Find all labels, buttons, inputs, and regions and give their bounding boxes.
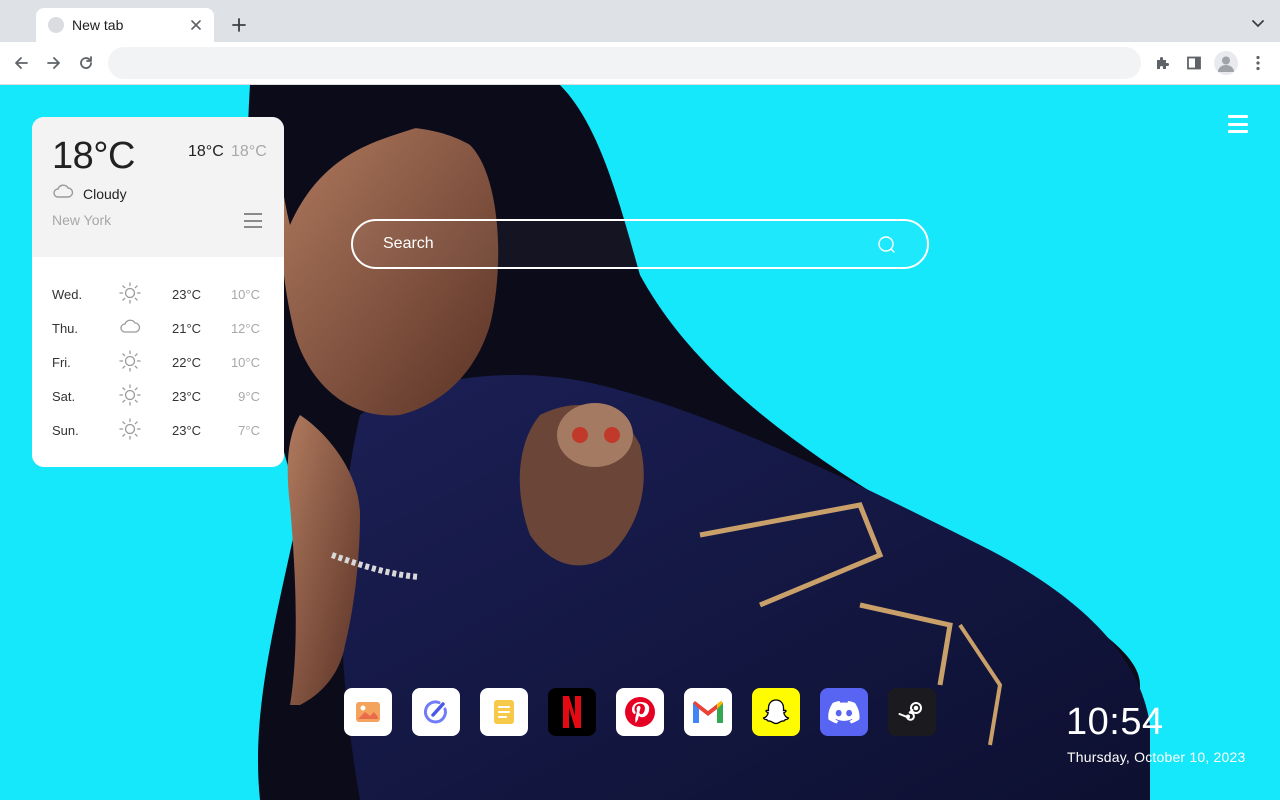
today-low: 18°C — [231, 143, 267, 160]
forward-arrow-icon[interactable] — [43, 52, 65, 74]
gmail-icon[interactable] — [684, 688, 732, 736]
forecast-high: 23°C — [172, 423, 202, 438]
back-arrow-icon[interactable] — [10, 52, 32, 74]
current-temperature: 18°C — [52, 135, 135, 177]
forecast-row: Wed. 23°C 10°C — [32, 277, 284, 311]
search-input[interactable] — [353, 221, 873, 267]
close-icon[interactable] — [188, 17, 204, 33]
snapchat-icon[interactable] — [752, 688, 800, 736]
forecast-day: Sun. — [52, 423, 79, 438]
pinterest-icon[interactable] — [616, 688, 664, 736]
forecast-day: Sat. — [52, 389, 76, 404]
forecast-row: Fri. 22°C 10°C — [32, 345, 284, 379]
steam-icon[interactable] — [888, 688, 936, 736]
forecast-high: 23°C — [172, 287, 202, 302]
tasks-icon[interactable] — [412, 688, 460, 736]
chevron-down-icon[interactable] — [1248, 14, 1268, 34]
forecast-row: Thu. 21°C 12°C — [32, 311, 284, 345]
tab-title: New tab — [72, 17, 124, 33]
forecast-high: 23°C — [172, 389, 202, 404]
sun-icon — [119, 384, 141, 406]
tab-new-tab[interactable]: New tab — [36, 8, 214, 42]
notes-icon[interactable] — [480, 688, 528, 736]
clock-date: Thursday, October 10, 2023 — [1067, 749, 1246, 765]
netflix-icon[interactable] — [548, 688, 596, 736]
search-icon[interactable] — [877, 235, 897, 255]
discord-icon[interactable] — [820, 688, 868, 736]
address-bar[interactable] — [108, 47, 1141, 79]
forecast-low: 12°C — [230, 321, 260, 336]
weather-condition: Cloudy — [83, 186, 127, 202]
plus-icon[interactable] — [228, 14, 250, 36]
cloud-icon — [120, 319, 141, 333]
forecast-day: Wed. — [52, 287, 83, 302]
sun-icon — [119, 350, 141, 372]
weather-widget: 18°C 18°C 18°C Cloudy New York Wed. 23°C… — [32, 117, 284, 467]
extensions-icon[interactable] — [1151, 52, 1173, 74]
reload-icon[interactable] — [75, 52, 97, 74]
cloud-icon — [53, 184, 74, 198]
forecast-row: Sun. 23°C 7°C — [32, 413, 284, 447]
forecast-low: 7°C — [238, 423, 260, 438]
search-box — [351, 219, 929, 269]
forecast-low: 10°C — [230, 287, 260, 302]
forecast-high: 22°C — [172, 355, 202, 370]
forecast-row: Sat. 23°C 9°C — [32, 379, 284, 413]
side-panel-icon[interactable] — [1183, 52, 1205, 74]
clock-time: 10:54 — [1066, 701, 1164, 743]
sun-icon — [119, 418, 141, 440]
photos-icon[interactable] — [344, 688, 392, 736]
weather-forecast: Wed. 23°C 10°C Thu. 21°C 12°C Fri. 22°C … — [32, 277, 284, 447]
profile-avatar[interactable] — [1214, 51, 1238, 75]
weather-current: 18°C 18°C 18°C Cloudy New York — [32, 117, 284, 257]
forecast-day: Thu. — [52, 321, 79, 336]
tab-favicon-icon — [48, 17, 64, 33]
forecast-low: 9°C — [238, 389, 260, 404]
more-vertical-icon[interactable] — [1247, 52, 1269, 74]
forecast-high: 21°C — [172, 321, 202, 336]
page-menu-icon[interactable] — [1228, 115, 1248, 133]
forecast-low: 10°C — [230, 355, 260, 370]
today-high: 18°C — [188, 143, 224, 160]
app-dock — [344, 688, 936, 736]
tab-strip: New tab — [0, 0, 1280, 42]
browser-toolbar — [0, 42, 1280, 85]
weather-menu-icon[interactable] — [244, 213, 262, 228]
forecast-day: Fri. — [52, 355, 71, 370]
new-tab-page: 18°C 18°C 18°C Cloudy New York Wed. 23°C… — [0, 85, 1280, 800]
sun-icon — [119, 282, 141, 304]
weather-city: New York — [52, 212, 112, 228]
